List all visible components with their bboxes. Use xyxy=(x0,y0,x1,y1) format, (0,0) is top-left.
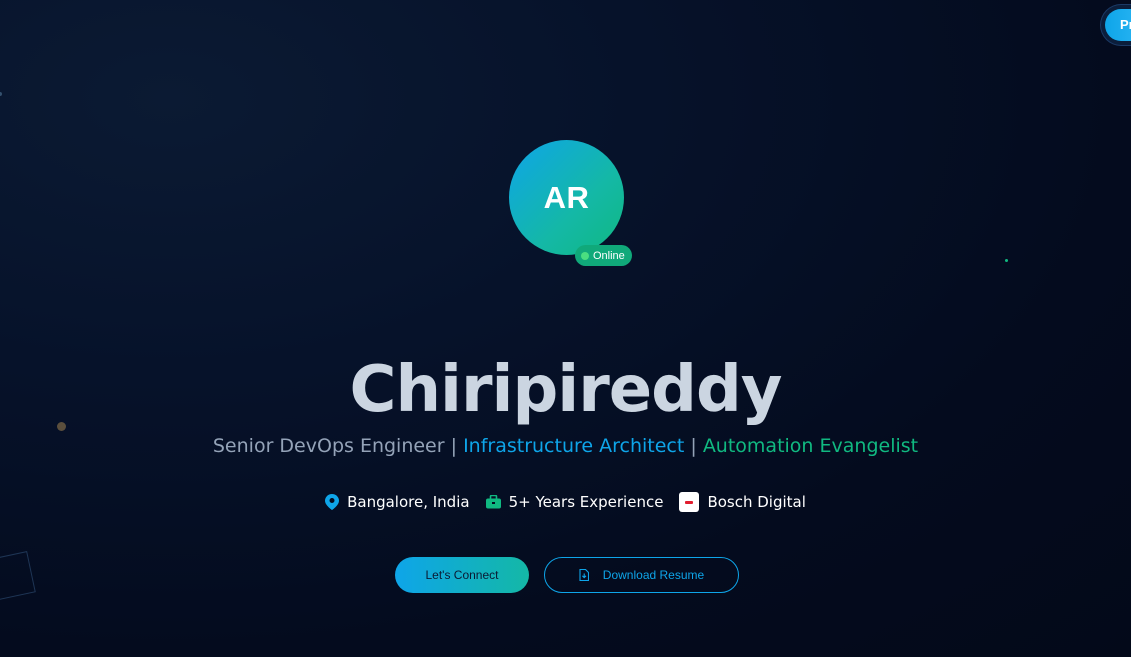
separator: | xyxy=(450,435,458,457)
meta-company: Bosch Digital xyxy=(679,490,806,514)
download-resume-button[interactable]: Download Resume xyxy=(544,557,739,593)
profile-name: Chiripireddy xyxy=(349,353,782,427)
meta-location: Bangalore, India xyxy=(325,490,470,514)
meta-info: Bangalore, India 5+ Years Experience Bos… xyxy=(0,490,1131,514)
company-text: Bosch Digital xyxy=(707,493,806,511)
corner-toggle[interactable]: Pr xyxy=(1101,5,1131,45)
location-text: Bangalore, India xyxy=(347,493,470,511)
briefcase-icon xyxy=(485,495,501,509)
decorative-square xyxy=(0,551,36,603)
corner-toggle-label[interactable]: Pr xyxy=(1105,9,1131,41)
bosch-logo-icon xyxy=(679,492,700,512)
role-subtitle: Senior DevOps Engineer | Infrastructure … xyxy=(0,432,1131,460)
map-pin-icon xyxy=(325,494,340,510)
experience-text: 5+ Years Experience xyxy=(508,493,664,511)
avatar: AR xyxy=(509,140,624,255)
meta-experience: 5+ Years Experience xyxy=(485,490,664,514)
role-automation: Automation Evangelist xyxy=(702,435,919,457)
file-download-icon xyxy=(579,569,589,581)
avatar-initials: AR xyxy=(543,179,590,215)
status-badge: Online xyxy=(575,245,632,266)
decorative-particle xyxy=(1005,259,1008,262)
lets-connect-button[interactable]: Let's Connect xyxy=(395,557,529,593)
status-dot-icon xyxy=(581,251,589,260)
status-text: Online xyxy=(593,249,625,262)
download-resume-label: Download Resume xyxy=(602,568,705,582)
decorative-particle xyxy=(0,92,2,96)
lets-connect-label: Let's Connect xyxy=(425,568,499,582)
role-devops: Senior DevOps Engineer xyxy=(212,435,445,457)
role-infrastructure: Infrastructure Architect xyxy=(463,435,685,457)
separator: | xyxy=(690,435,697,457)
